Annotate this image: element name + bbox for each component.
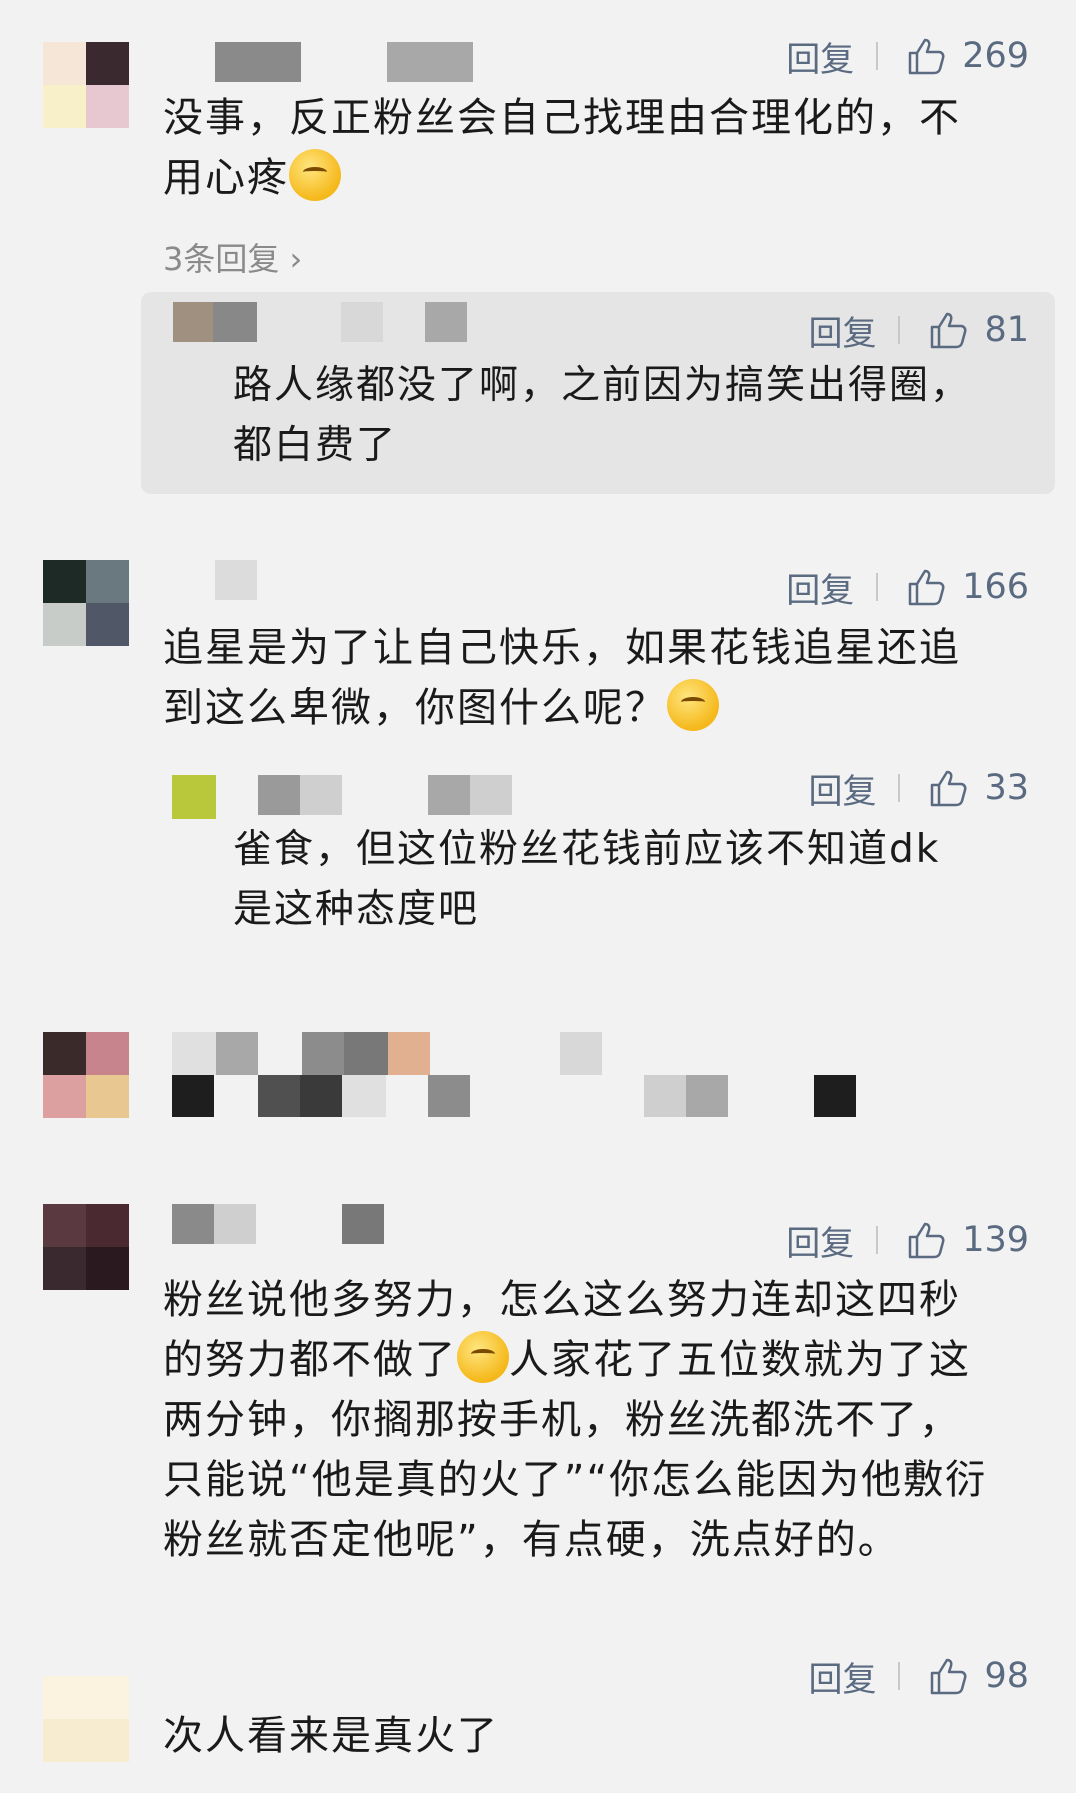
reply-text: 路人缘都没了啊，之前因为搞笑出得圈， 都白费了 — [233, 363, 972, 468]
thumbs-up-icon[interactable] — [928, 310, 968, 350]
like-count: 139 — [962, 1220, 1029, 1260]
avatar[interactable] — [43, 1032, 129, 1118]
divider — [876, 573, 879, 601]
reply-box: 回复 81 路人缘都没了啊，之前因为搞笑出得圈， 都白费了 — [141, 292, 1055, 494]
like-count: 81 — [984, 310, 1029, 350]
username[interactable] — [215, 560, 257, 600]
reply-button[interactable]: 回复 — [786, 563, 854, 612]
reply-actions: 回复 33 — [808, 764, 1029, 813]
emoji-shocked-icon — [457, 1331, 509, 1383]
redacted-block — [172, 1032, 602, 1076]
reply-button[interactable]: 回复 — [786, 32, 854, 81]
like-count: 98 — [984, 1656, 1029, 1696]
reply-username[interactable] — [258, 775, 512, 815]
like-count: 269 — [962, 36, 1029, 76]
reply-username[interactable] — [173, 302, 467, 342]
more-replies-link[interactable]: 3条回复 › — [163, 234, 302, 280]
reply-button[interactable]: 回复 — [808, 306, 876, 355]
comment-actions: 回复 139 — [786, 1216, 1029, 1265]
reply-text: 雀食，但这位粉丝花钱前应该不知道dk 是这种态度吧 — [233, 827, 941, 932]
reply-avatar[interactable] — [172, 775, 216, 819]
comment-actions: 回复 98 — [808, 1652, 1029, 1701]
comment-actions: 回复 166 — [786, 563, 1029, 612]
avatar[interactable] — [43, 42, 129, 128]
username[interactable] — [215, 42, 473, 82]
divider — [898, 316, 901, 344]
reply-button[interactable]: 回复 — [786, 1216, 854, 1265]
comment-text: 追星是为了让自己快乐，如果花钱追星还追 到这么卑微，你图什么呢？ — [163, 625, 961, 731]
divider — [876, 42, 879, 70]
thumbs-up-icon[interactable] — [928, 1656, 968, 1696]
thumbs-up-icon[interactable] — [906, 1220, 946, 1260]
comment-text: 次人看来是真火了 — [163, 1713, 499, 1759]
username[interactable] — [172, 1204, 384, 1244]
like-count: 33 — [984, 768, 1029, 808]
reply-button[interactable]: 回复 — [808, 1652, 876, 1701]
comment-text: 没事，反正粉丝会自己找理由合理化的，不 用心疼 — [163, 95, 961, 201]
divider — [876, 1226, 879, 1254]
divider — [898, 1662, 901, 1690]
avatar[interactable] — [43, 560, 129, 646]
comment-text: 粉丝说他多努力，怎么这么努力连却这四秒 的努力都不做了 人家花了五位数就为了这 两… — [163, 1277, 988, 1563]
redacted-block — [172, 1075, 856, 1117]
thumbs-up-icon[interactable] — [906, 567, 946, 607]
reply-actions: 回复 81 — [808, 306, 1029, 355]
divider — [898, 774, 901, 802]
avatar[interactable] — [43, 1676, 129, 1762]
avatar[interactable] — [43, 1204, 129, 1290]
thumbs-up-icon[interactable] — [928, 768, 968, 808]
thumbs-up-icon[interactable] — [906, 36, 946, 76]
comment-actions: 回复 269 — [786, 32, 1029, 81]
like-count: 166 — [962, 567, 1029, 607]
reply-button[interactable]: 回复 — [808, 764, 876, 813]
emoji-eating-icon — [667, 679, 719, 731]
emoji-666-icon — [289, 149, 341, 201]
